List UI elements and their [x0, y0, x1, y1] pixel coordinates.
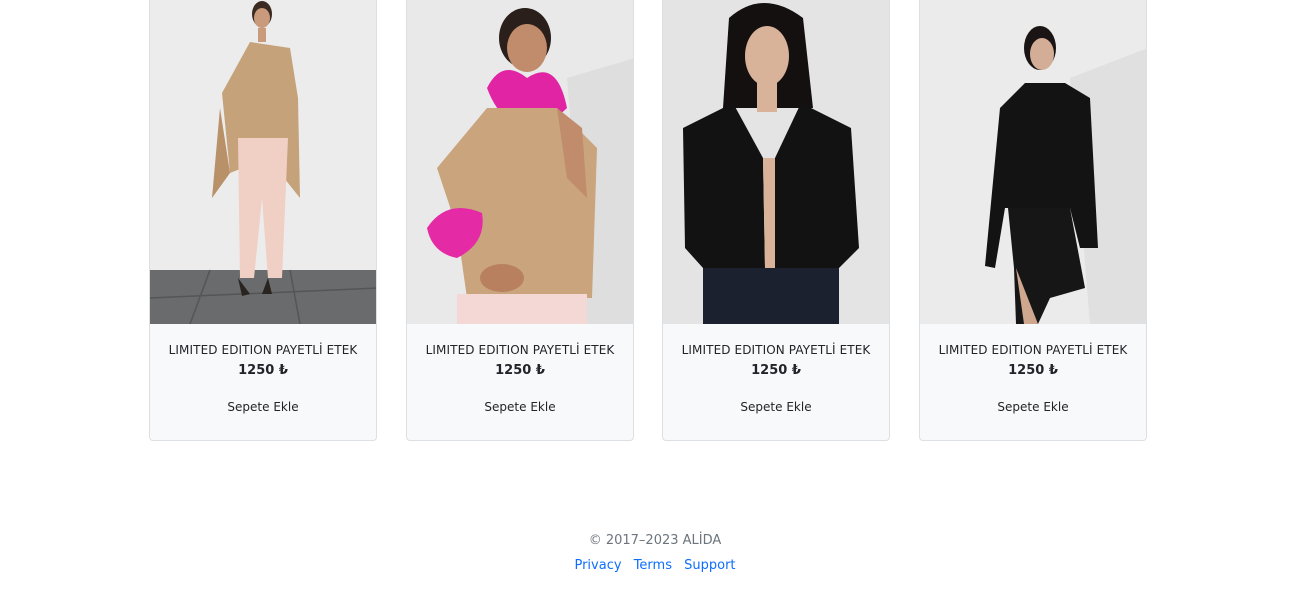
footer-link-privacy[interactable]: Privacy — [574, 558, 621, 573]
product-image[interactable] — [150, 0, 376, 324]
product-photo — [407, 0, 633, 324]
product-price: 1250 ₺ — [495, 363, 545, 378]
page-footer: © 2017–2023 ALİDA Privacy Terms Support — [0, 531, 1310, 576]
product-image[interactable] — [920, 0, 1146, 324]
product-price: 1250 ₺ — [751, 363, 801, 378]
product-name: LIMITED EDITION PAYETLİ ETEK — [425, 343, 615, 357]
copyright-text: © 2017–2023 ALİDA — [588, 533, 722, 548]
add-to-cart-button[interactable]: Sepete Ekle — [986, 395, 1079, 419]
product-card: LIMITED EDITION PAYETLİ ETEK 1250 ₺ Sepe… — [406, 0, 634, 441]
add-to-cart-button[interactable]: Sepete Ekle — [473, 395, 566, 419]
add-to-cart-button[interactable]: Sepete Ekle — [216, 395, 309, 419]
product-name: LIMITED EDITION PAYETLİ ETEK — [168, 343, 358, 357]
product-card: LIMITED EDITION PAYETLİ ETEK 1250 ₺ Sepe… — [662, 0, 890, 441]
product-name: LIMITED EDITION PAYETLİ ETEK — [681, 343, 871, 357]
product-card: LIMITED EDITION PAYETLİ ETEK 1250 ₺ Sepe… — [149, 0, 377, 441]
product-card: LIMITED EDITION PAYETLİ ETEK 1250 ₺ Sepe… — [919, 0, 1147, 441]
product-name: LIMITED EDITION PAYETLİ ETEK — [938, 343, 1128, 357]
product-photo — [920, 0, 1146, 324]
product-image[interactable] — [663, 0, 889, 324]
product-image[interactable] — [407, 0, 633, 324]
product-price: 1250 ₺ — [1008, 363, 1058, 378]
footer-link-support[interactable]: Support — [684, 558, 735, 573]
footer-link-terms[interactable]: Terms — [634, 558, 672, 573]
product-grid: LIMITED EDITION PAYETLİ ETEK 1250 ₺ Sepe… — [149, 0, 1149, 443]
footer-links: Privacy Terms Support — [0, 556, 1310, 576]
product-photo — [150, 0, 376, 324]
add-to-cart-button[interactable]: Sepete Ekle — [729, 395, 822, 419]
product-photo — [663, 0, 889, 324]
product-price: 1250 ₺ — [238, 363, 288, 378]
